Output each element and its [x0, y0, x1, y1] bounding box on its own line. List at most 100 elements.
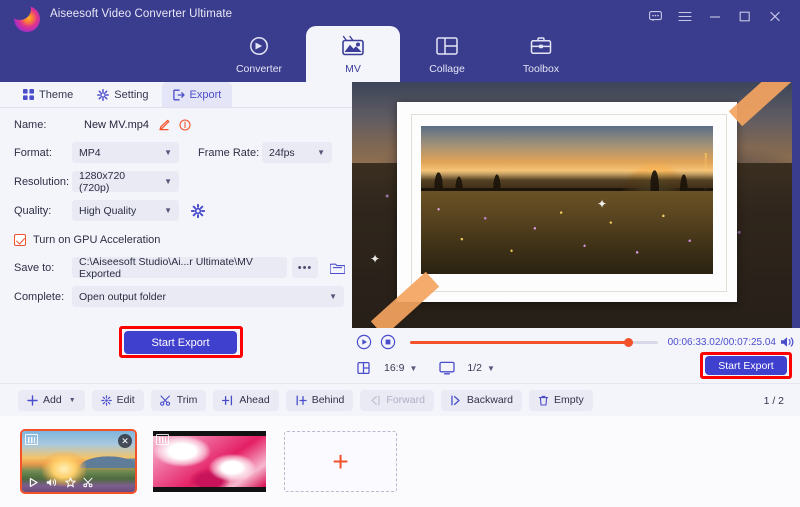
move-forward-button[interactable]: Forward: [360, 389, 434, 411]
toolbox-icon: [530, 33, 552, 59]
play-icon[interactable]: [28, 477, 39, 488]
format-label: Format:: [14, 146, 52, 159]
clip-thumbnail-strip: ✕ +: [0, 416, 800, 507]
insert-behind-button-label: Behind: [311, 394, 345, 406]
resolution-select[interactable]: 1280x720 (720p) ▼: [72, 169, 179, 194]
thumbnail-tools: [22, 473, 135, 492]
aspect-ratio-select[interactable]: 16:9 ▼: [384, 362, 417, 374]
chevron-down-icon: ▼: [409, 363, 418, 373]
volume-icon[interactable]: [776, 330, 800, 354]
video-preview[interactable]: ✦ ✦ ✦: [352, 82, 792, 328]
insert-ahead-button[interactable]: Ahead: [213, 389, 279, 411]
insert-ahead-icon: [222, 395, 233, 405]
edit-name-icon[interactable]: [158, 119, 170, 131]
format-select[interactable]: MP4 ▼: [72, 142, 179, 163]
quality-settings-icon[interactable]: [191, 203, 205, 218]
add-button[interactable]: Add ▼: [18, 389, 85, 411]
quality-select[interactable]: High Quality ▼: [72, 200, 179, 221]
trim-icon[interactable]: [83, 477, 94, 488]
tab-theme[interactable]: Theme: [12, 82, 84, 107]
tab-export[interactable]: Export: [161, 82, 233, 107]
remove-clip-button[interactable]: ✕: [118, 434, 132, 448]
tab-collage-label: Collage: [429, 63, 465, 75]
chevron-down-icon: ▼: [486, 363, 495, 373]
stop-button[interactable]: [376, 330, 400, 354]
mv-icon: [341, 33, 365, 59]
wand-icon: [100, 394, 112, 406]
tab-converter[interactable]: Converter: [212, 26, 306, 82]
tab-mv[interactable]: MV: [306, 26, 400, 82]
move-forward-icon: [371, 395, 381, 405]
info-icon[interactable]: [179, 119, 191, 131]
clip-toolbar: Add ▼ Edit Trim Ahead Behind Forward Bac…: [0, 383, 800, 416]
aspect-ratio-value: 16:9: [384, 362, 405, 374]
name-label: Name:: [14, 119, 47, 131]
complete-label: Complete:: [14, 290, 65, 303]
photo-frame: [397, 102, 737, 302]
quality-row: Quality: High Quality ▼: [0, 198, 352, 223]
move-forward-button-label: Forward: [386, 394, 425, 406]
tab-collage[interactable]: Collage: [400, 26, 494, 82]
plus-icon: +: [332, 445, 349, 477]
move-backward-button[interactable]: Backward: [440, 389, 523, 411]
add-clip-slot[interactable]: +: [284, 431, 397, 492]
tab-toolbox[interactable]: Toolbox: [494, 26, 588, 82]
edit-button-label: Edit: [116, 394, 135, 406]
resolution-label: Resolution:: [14, 175, 70, 188]
save-to-label: Save to:: [14, 261, 55, 274]
insert-behind-icon: [296, 395, 307, 405]
scissors-icon: [159, 394, 170, 406]
gpu-checkbox[interactable]: [14, 234, 26, 246]
tab-theme-label: Theme: [39, 88, 74, 101]
progress-handle[interactable]: [623, 337, 633, 347]
plus-icon: [27, 394, 38, 406]
sparkle-icon: ✦: [507, 272, 518, 286]
play-button[interactable]: [352, 330, 376, 354]
empty-button[interactable]: Empty: [529, 389, 593, 411]
save-to-row: Save to: C:\Aiseesoft Studio\Ai...r Ulti…: [0, 255, 352, 280]
trash-icon: [538, 395, 549, 406]
start-export-button-right[interactable]: Start Export: [705, 356, 787, 375]
progress-slider[interactable]: [410, 337, 658, 347]
collage-icon: [436, 33, 458, 59]
insert-behind-button[interactable]: Behind: [285, 389, 354, 411]
sub-tab-bar: Theme Setting Export: [0, 82, 352, 108]
thumbnail-clip-2[interactable]: [153, 431, 266, 492]
chevron-down-icon: ▼: [329, 292, 337, 301]
tab-setting[interactable]: Setting: [86, 82, 159, 107]
add-button-label: Add: [43, 394, 62, 406]
quality-label: Quality:: [14, 204, 52, 217]
name-value: New MV.mp4: [84, 119, 150, 131]
volume-icon[interactable]: [46, 477, 58, 488]
chevron-down-icon: ▼: [317, 148, 325, 157]
browse-button[interactable]: •••: [292, 257, 318, 278]
tab-setting-label: Setting: [114, 88, 149, 101]
gpu-acceleration-row[interactable]: Turn on GPU Acceleration: [0, 229, 352, 251]
main-tab-bar: Converter MV Collage Toolbox: [0, 24, 800, 82]
zoom-level-select[interactable]: 1/2 ▼: [467, 362, 495, 374]
zoom-level-value: 1/2: [467, 362, 482, 374]
thumbnail-clip-1[interactable]: ✕: [20, 429, 137, 494]
resolution-row: Resolution: 1280x720 (720p) ▼: [0, 169, 352, 194]
resolution-value: 1280x720 (720p): [79, 169, 126, 194]
gear-icon: [97, 88, 110, 101]
app-title: Aiseesoft Video Converter Ultimate: [50, 8, 233, 20]
tab-converter-label: Converter: [235, 63, 283, 75]
edit-button[interactable]: Edit: [91, 389, 144, 411]
frame-rate-select[interactable]: 24fps ▼: [262, 142, 332, 163]
start-export-button-left[interactable]: Start Export: [124, 331, 237, 354]
save-to-path[interactable]: C:\Aiseesoft Studio\Ai...r Ultimate\MV E…: [72, 256, 287, 280]
page-indicator: 1 / 2: [763, 394, 784, 407]
gpu-label: Turn on GPU Acceleration: [33, 234, 161, 246]
complete-select[interactable]: Open output folder ▼: [72, 286, 344, 307]
effects-icon[interactable]: [65, 477, 76, 488]
open-folder-button[interactable]: [325, 257, 349, 278]
frame-rate-value: 24fps: [269, 146, 295, 159]
aspect-ratio-icon[interactable]: [352, 356, 376, 380]
export-icon: [172, 89, 185, 100]
screen-icon[interactable]: [435, 356, 459, 380]
complete-value: Open output folder: [79, 290, 166, 303]
tab-mv-label: MV: [345, 63, 361, 75]
trim-button[interactable]: Trim: [150, 389, 207, 411]
folder-icon: [329, 263, 345, 274]
